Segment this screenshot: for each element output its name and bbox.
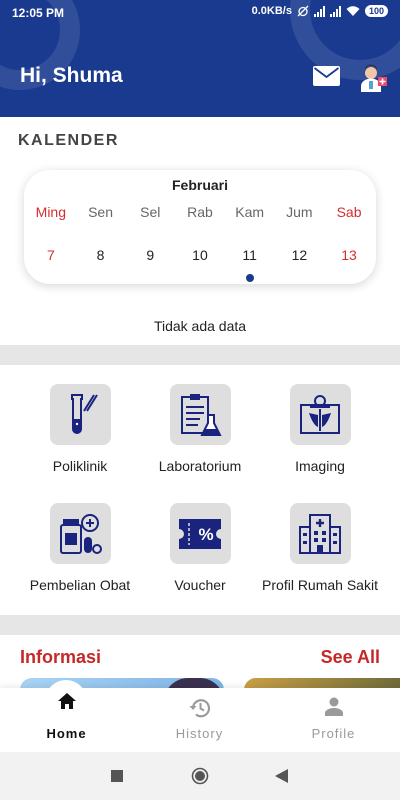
pembelian-obat-tile <box>49 503 111 564</box>
menu-poliklinik[interactable]: Poliklinik <box>10 384 150 474</box>
app-screen: 12:05 PM 0.0KB/s 100 Hi, Shuma KALENDER … <box>0 0 400 800</box>
recent-apps-icon[interactable] <box>111 770 123 782</box>
day-name: Sel <box>140 204 161 220</box>
calendar-card: Februari Ming 7 Sen 8 Sel 9 Rab 10 Kam 1… <box>24 170 376 284</box>
day-name: Jum <box>286 204 313 220</box>
history-icon <box>189 699 210 718</box>
calendar-day-sab[interactable]: Sab 13 <box>327 204 371 263</box>
lab-clipboard-icon <box>181 393 222 436</box>
home-button-icon[interactable] <box>191 767 209 785</box>
greeting-text: Hi, Shuma <box>20 64 123 87</box>
day-date: 11 <box>242 247 257 263</box>
status-time: 12:05 PM <box>12 6 65 20</box>
calendar-week-row: Ming 7 Sen 8 Sel 9 Rab 10 Kam 11 Jum 12 … <box>24 204 376 282</box>
empty-state-text: Tidak ada data <box>153 318 247 334</box>
day-name: Sen <box>88 204 113 220</box>
avatar-icon[interactable] <box>360 64 388 92</box>
signal-icon <box>313 5 325 17</box>
nav-label: Profile <box>311 726 356 741</box>
back-icon[interactable] <box>275 769 288 783</box>
day-date: 13 <box>341 247 357 263</box>
medicine-icon <box>60 513 102 554</box>
day-name: Kam <box>235 204 265 220</box>
voucher-tile: % <box>169 503 231 564</box>
svg-text:%: % <box>198 525 213 544</box>
day-date: 10 <box>192 247 208 263</box>
menu-profil-rumah-sakit[interactable]: Profil Rumah Sakit <box>250 503 390 593</box>
day-name: Ming <box>35 204 67 220</box>
nav-history[interactable]: History <box>133 688 266 752</box>
day-date: 7 <box>46 247 55 263</box>
battery-icon: 100 <box>364 5 388 17</box>
day-date: 12 <box>291 247 308 263</box>
menu-label: Pembelian Obat <box>29 577 131 593</box>
menu-laboratorium[interactable]: Laboratorium <box>130 384 270 474</box>
voucher-icon: % <box>179 518 221 549</box>
menu-label: Profil Rumah Sakit <box>262 577 378 593</box>
info-section-title: Informasi <box>20 647 102 667</box>
test-tube-icon <box>71 393 98 434</box>
section-divider <box>0 615 400 635</box>
menu-label: Laboratorium <box>158 458 242 474</box>
selected-day-dot <box>245 274 254 282</box>
alarm-off-icon <box>297 5 309 17</box>
menu-label: Voucher <box>174 577 226 593</box>
signal-icon <box>329 5 341 17</box>
section-divider <box>0 345 400 365</box>
xray-icon <box>300 394 340 434</box>
nav-home[interactable]: Home <box>0 680 133 752</box>
profile-icon <box>324 697 343 716</box>
mail-icon[interactable] <box>313 66 340 86</box>
menu-imaging[interactable]: Imaging <box>250 384 390 474</box>
see-all-link[interactable]: See All <box>321 647 380 668</box>
day-name: Rab <box>187 204 213 220</box>
day-date: 8 <box>96 247 105 263</box>
system-nav-bar <box>0 752 400 800</box>
calendar-day-sen[interactable]: Sen 8 <box>79 204 123 263</box>
status-icons: 0.0KB/s 100 <box>252 5 388 17</box>
calendar-day-sel[interactable]: Sel 9 <box>128 204 172 263</box>
laboratorium-tile <box>169 384 231 445</box>
poliklinik-tile <box>49 384 111 445</box>
wifi-icon <box>346 5 360 16</box>
imaging-tile <box>289 384 351 445</box>
calendar-day-jum[interactable]: Jum 12 <box>277 204 321 263</box>
network-speed: 0.0KB/s <box>251 5 292 17</box>
calendar-month: Februari <box>171 177 228 193</box>
menu-label: Imaging <box>295 458 345 474</box>
nav-label: Home <box>46 726 87 741</box>
nav-label: History <box>175 726 224 741</box>
calendar-day-rab[interactable]: Rab 10 <box>178 204 222 263</box>
calendar-day-kam[interactable]: Kam 11 <box>228 204 272 282</box>
profil-rumah-sakit-tile <box>289 503 351 564</box>
nav-profile[interactable]: Profile <box>267 688 400 752</box>
bottom-navigation: Home History Profile <box>0 680 400 752</box>
day-date: 9 <box>146 247 155 263</box>
header: 12:05 PM 0.0KB/s 100 Hi, Shuma <box>0 0 400 117</box>
calendar-day-ming[interactable]: Ming 7 <box>29 204 73 263</box>
status-bar: 12:05 PM 0.0KB/s 100 <box>0 0 400 26</box>
calendar-section-title: KALENDER <box>18 132 119 149</box>
menu-voucher[interactable]: % Voucher <box>130 503 270 593</box>
day-name: Sab <box>336 204 362 220</box>
menu-pembelian-obat[interactable]: Pembelian Obat <box>10 503 150 593</box>
home-icon <box>57 693 76 709</box>
hospital-icon <box>299 513 341 554</box>
menu-label: Poliklinik <box>52 458 108 474</box>
